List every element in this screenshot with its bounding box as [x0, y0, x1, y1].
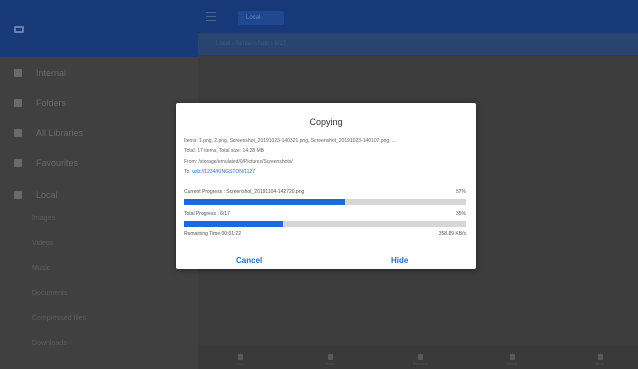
items-line: Items: 1.png, 2.png, Screenshot_20191023…: [184, 138, 397, 144]
phone-icon: [14, 69, 22, 77]
transfer-speed: 358.89 KB/s: [438, 231, 466, 237]
sidebar-item-internal[interactable]: Internal: [14, 66, 66, 80]
sidebar-subitem[interactable]: Documents: [32, 290, 67, 297]
copy-label: Copy: [235, 361, 245, 366]
sidebar-item-folders[interactable]: Folders: [14, 96, 66, 110]
app-logo-icon: [14, 26, 24, 33]
sidebar-item-label: All Libraries: [36, 128, 84, 138]
current-progress-bar: [184, 199, 466, 205]
rename-label: Rename: [413, 361, 429, 366]
current-progress-fill: [184, 199, 345, 205]
total-progress-fill: [184, 221, 283, 227]
copy-icon[interactable]: [238, 354, 243, 360]
sidebar-subitem[interactable]: Images: [32, 215, 55, 222]
destination-label: To:: [184, 169, 191, 175]
dialog-title: Copying: [309, 117, 343, 127]
location-chip[interactable]: Local: [238, 11, 284, 25]
breadcrumb-path[interactable]: Local › Screenshots › 8/17: [216, 41, 286, 47]
menu-label: Menu: [507, 361, 518, 366]
current-progress-label: Current Progress : Screenshot_20191104-1…: [184, 189, 305, 195]
sidebar-subitem[interactable]: Downloads: [32, 340, 67, 347]
sidebar-subitem[interactable]: Videos: [32, 240, 53, 247]
sidebar-item-label: Internal: [36, 68, 67, 78]
source-path-line: From: /storage/emulated/0/Pictures/Scree…: [184, 159, 293, 165]
destination-line: To: usb://1234/KINGSTON/1127: [184, 169, 466, 175]
sidebar-header: [0, 0, 198, 57]
sidebar: Internal Folders All Libraries Favourite…: [0, 0, 198, 369]
move-label: Move: [325, 361, 335, 366]
folder-icon: [14, 99, 22, 107]
total-progress-percent: 35%: [455, 211, 466, 217]
move-icon[interactable]: [328, 354, 333, 360]
destination-path-link[interactable]: usb://1234/KINGSTON/1127: [192, 169, 255, 175]
library-icon: [14, 129, 22, 137]
sidebar-item-label: Favourites: [36, 158, 79, 168]
rename-icon[interactable]: [418, 354, 423, 360]
sidebar-subitem[interactable]: Music: [32, 265, 50, 272]
cancel-button[interactable]: Cancel: [236, 256, 262, 265]
total-progress-bar: [184, 221, 466, 227]
sidebar-item-libraries[interactable]: All Libraries: [14, 126, 83, 140]
sidebar-subitem[interactable]: Compressed files: [32, 315, 86, 322]
sidebar-item-local[interactable]: Local: [14, 188, 58, 202]
copy-progress-dialog: Copying Items: 1.png, 2.png, Screenshot_…: [176, 103, 476, 269]
bottom-action-bar: Copy Move Rename Menu More: [198, 345, 638, 369]
current-progress-percent: 57%: [455, 189, 466, 195]
total-progress-label: Total Progress : 6/17: [184, 211, 230, 217]
total-size-line: Total: 17 items, Total size: 14.28 MB: [184, 148, 264, 154]
star-icon: [14, 159, 22, 167]
more-icon[interactable]: [598, 354, 603, 360]
sidebar-item-label: Folders: [36, 98, 67, 108]
breadcrumb: Local › Screenshots › 8/17: [198, 33, 638, 55]
more-label: More: [595, 361, 605, 366]
remaining-time: Remaining Time 00:01:22: [184, 231, 241, 237]
sidebar-item-label: Local: [36, 190, 58, 200]
device-icon: [14, 191, 22, 199]
sidebar-item-favourites[interactable]: Favourites: [14, 156, 78, 170]
menu-action-icon[interactable]: [510, 354, 515, 360]
top-app-bar: Local: [198, 0, 638, 33]
menu-icon[interactable]: [206, 12, 216, 24]
hide-button[interactable]: Hide: [391, 256, 408, 265]
